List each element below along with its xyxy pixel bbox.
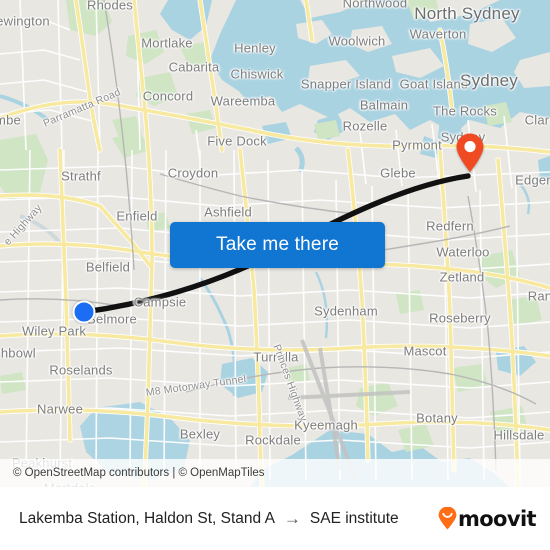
- moovit-trip-map-screen: Rhodes ewington Mortlake Henley Cabarita Chis…: [0, 0, 550, 550]
- trip-summary: Lakemba Station, Haldon St, Stand A → SA…: [19, 510, 438, 528]
- arrow-right-icon: →: [283, 509, 301, 528]
- moovit-wordmark: moovit: [457, 506, 537, 531]
- trip-origin-label: Lakemba Station, Haldon St, Stand A: [19, 509, 275, 527]
- take-me-there-button[interactable]: Take me there: [170, 222, 385, 268]
- map-canvas[interactable]: Rhodes ewington Mortlake Henley Cabarita Chis…: [0, 0, 550, 487]
- origin-marker[interactable]: [72, 300, 96, 324]
- attribution-text: © OpenStreetMap contributors | © OpenMap…: [13, 467, 265, 479]
- moovit-logo[interactable]: moovit: [438, 506, 537, 531]
- moovit-pin-smiley-icon: [438, 506, 457, 530]
- map-attribution: © OpenStreetMap contributors | © OpenMap…: [0, 459, 550, 487]
- destination-marker[interactable]: [455, 133, 485, 178]
- cta-label: Take me there: [216, 234, 339, 255]
- trip-footer: Lakemba Station, Haldon St, Stand A → SA…: [0, 487, 550, 550]
- trip-destination-label: SAE institute: [309, 509, 399, 527]
